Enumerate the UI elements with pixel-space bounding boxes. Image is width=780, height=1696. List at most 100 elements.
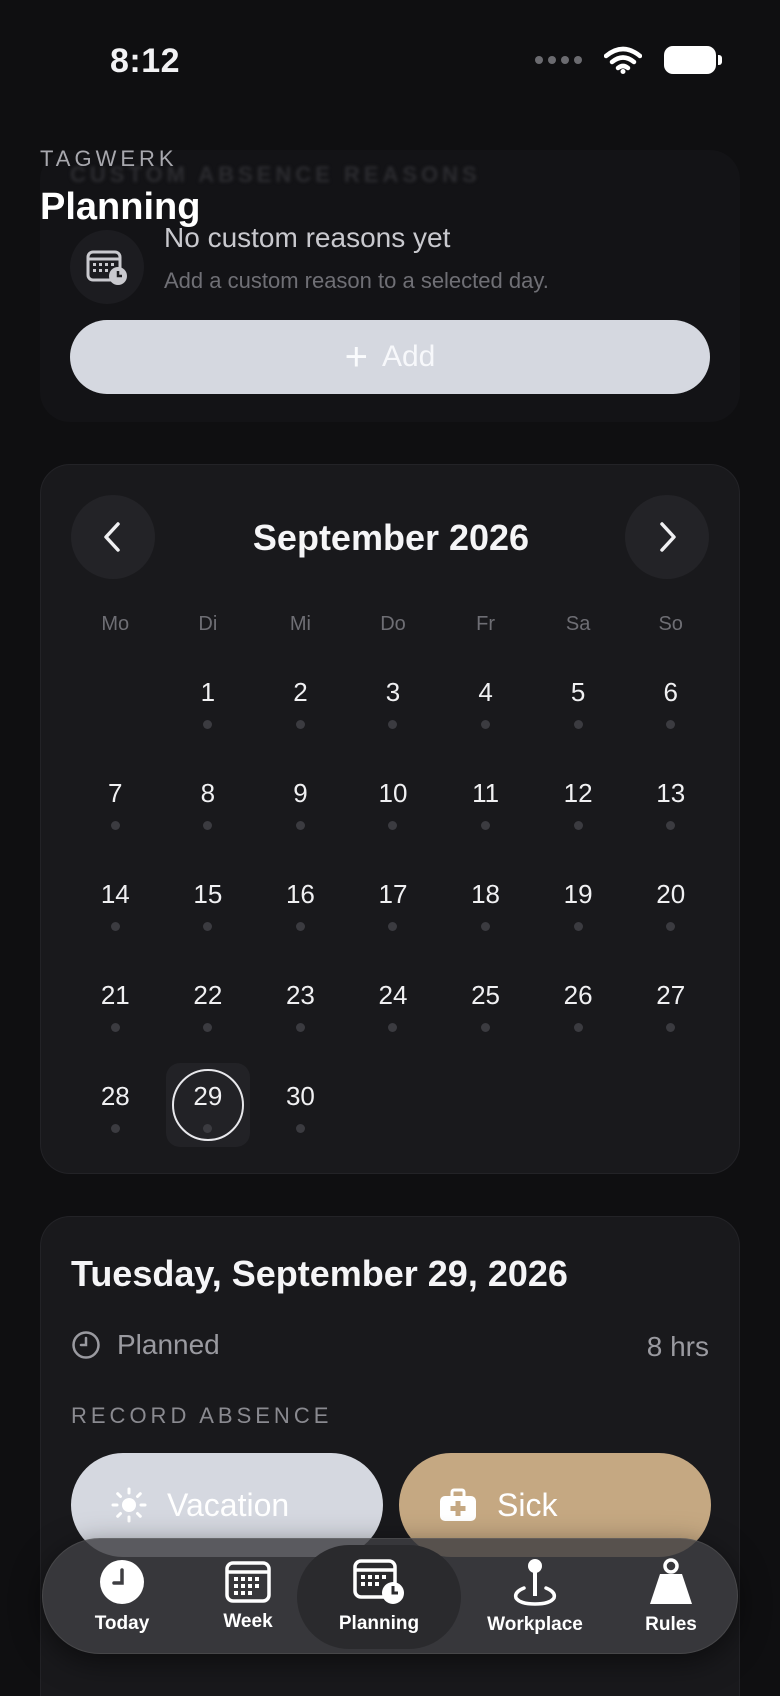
calendar-day-number: 12 [563,778,593,808]
calendar-day-indicator [481,821,491,830]
calendar-day[interactable]: 12 [532,752,625,853]
calendar-day-number: 26 [563,980,593,1010]
planned-hours: 8 hrs [646,1331,709,1362]
calendar-day[interactable]: 8 [162,752,255,853]
calendar-day[interactable]: 15 [162,853,255,954]
sick-label: Sick [497,1486,558,1523]
app-brand: TAGWERK [40,146,178,171]
calendar-day-selected[interactable]: 29 [162,1055,255,1156]
calendar-day-indicator [110,821,120,830]
calendar-day-number: 19 [563,879,593,909]
calendar-day-indicator [203,821,213,830]
calendar-day[interactable]: 20 [624,853,717,954]
calendar-day-indicator [110,1124,120,1133]
calendar-day[interactable]: 10 [347,752,440,853]
calendar-day-number: 15 [193,879,223,909]
weekday-header: Mo Di Mi Do Fr Sa So [69,613,717,636]
calendar-days-grid: 1 2 3 4 5 6 7 8 9 10 11 12 13 14 15 16 17 18 19 20 21 22 23 24 2… [69,651,717,1156]
calendar-day[interactable]: 7 [69,752,162,853]
tab-today[interactable]: Today [57,1545,187,1649]
weekday-label: So [658,613,683,635]
clock-icon [100,1560,144,1604]
calendar-day-indicator [573,821,583,830]
calendar-day-number: 21 [100,980,130,1010]
calendar-day-number: 3 [385,677,401,707]
tab-label: Planning [338,1613,420,1634]
selected-date-title: Tuesday, September 29, 2026 [71,1253,568,1294]
calendar-day-indicator [388,720,398,729]
tab-rules[interactable]: Rules [613,1545,729,1649]
weekday-label: Sa [565,613,591,635]
calendar-day-number: 20 [656,879,686,909]
calendar-day-number: 5 [570,677,586,707]
planned-label: Planned [117,1329,220,1360]
calendar-day[interactable]: 17 [347,853,440,954]
status-icons [535,46,722,74]
calendar-day[interactable]: 25 [439,954,532,1055]
calendar-day[interactable]: 6 [624,651,717,752]
calendar-day[interactable]: 11 [439,752,532,853]
calendar-day-indicator [388,1023,398,1032]
weight-icon [650,1558,692,1604]
calendar-day[interactable]: 3 [347,651,440,752]
tab-week[interactable]: Week [193,1545,303,1649]
calendar-day-number: 14 [100,879,130,909]
calendar-day[interactable]: 9 [254,752,347,853]
add-custom-reason-button[interactable]: + Add [70,320,710,394]
weekday-label: Mi [289,613,311,635]
calendar-day[interactable]: 1 [162,651,255,752]
calendar-day-number: 2 [293,677,308,707]
calendar-day-indicator [666,720,676,729]
calendar-day-number: 11 [472,778,500,808]
calendar-day-indicator [110,922,120,931]
location-pin-icon [513,1559,557,1606]
empty-state-subtitle: Add a custom reason to a selected day. [164,268,549,293]
calendar-clock-icon [353,1559,404,1604]
calendar-day[interactable]: 2 [254,651,347,752]
calendar-day-indicator [295,821,305,830]
calendar-clock-icon [70,230,144,304]
calendar-day-indicator [388,922,398,931]
calendar-day[interactable]: 14 [69,853,162,954]
calendar-day[interactable]: 26 [532,954,625,1055]
calendar-day[interactable]: 18 [439,853,532,954]
status-bar: 8:12 [0,0,780,120]
calendar-day-number: 10 [378,778,408,808]
calendar-grid-icon [225,1561,271,1603]
plus-icon: + [344,335,368,379]
calendar-day[interactable]: 27 [624,954,717,1055]
next-month-button[interactable] [625,495,709,579]
calendar-day[interactable]: 22 [162,954,255,1055]
calendar-day-indicator [110,1023,120,1032]
calendar-day-empty [69,651,162,752]
wifi-icon [604,46,642,74]
record-absence-heading: RECORD ABSENCE [71,1403,333,1428]
vacation-label: Vacation [167,1486,290,1523]
tab-workplace[interactable]: Workplace [457,1545,613,1649]
weekday-label: Di [198,613,218,635]
page-title: Planning [40,186,201,228]
calendar-day-indicator [295,720,305,729]
calendar-day-number: 30 [285,1081,315,1111]
calendar-day-number: 22 [193,980,223,1010]
tab-planning[interactable]: Planning [297,1545,461,1649]
calendar-day-number: 23 [285,980,315,1010]
calendar-day-indicator [295,1124,305,1133]
calendar-day[interactable]: 5 [532,651,625,752]
add-button-label: Add [381,340,436,373]
calendar-day[interactable]: 23 [254,954,347,1055]
calendar-day-indicator [573,1023,583,1032]
weekday-label: Do [380,613,406,635]
calendar-day[interactable]: 24 [347,954,440,1055]
calendar-day[interactable]: 16 [254,853,347,954]
calendar-day[interactable]: 28 [69,1055,162,1156]
calendar-day[interactable]: 21 [69,954,162,1055]
calendar-day[interactable]: 13 [624,752,717,853]
calendar-day-number: 1 [200,677,216,707]
calendar-day[interactable]: 19 [532,853,625,954]
calendar-day-indicator [295,1023,305,1032]
calendar-day-indicator [203,1023,213,1032]
planned-row: Planned [71,1329,220,1361]
calendar-day[interactable]: 30 [254,1055,347,1156]
calendar-day[interactable]: 4 [439,651,532,752]
